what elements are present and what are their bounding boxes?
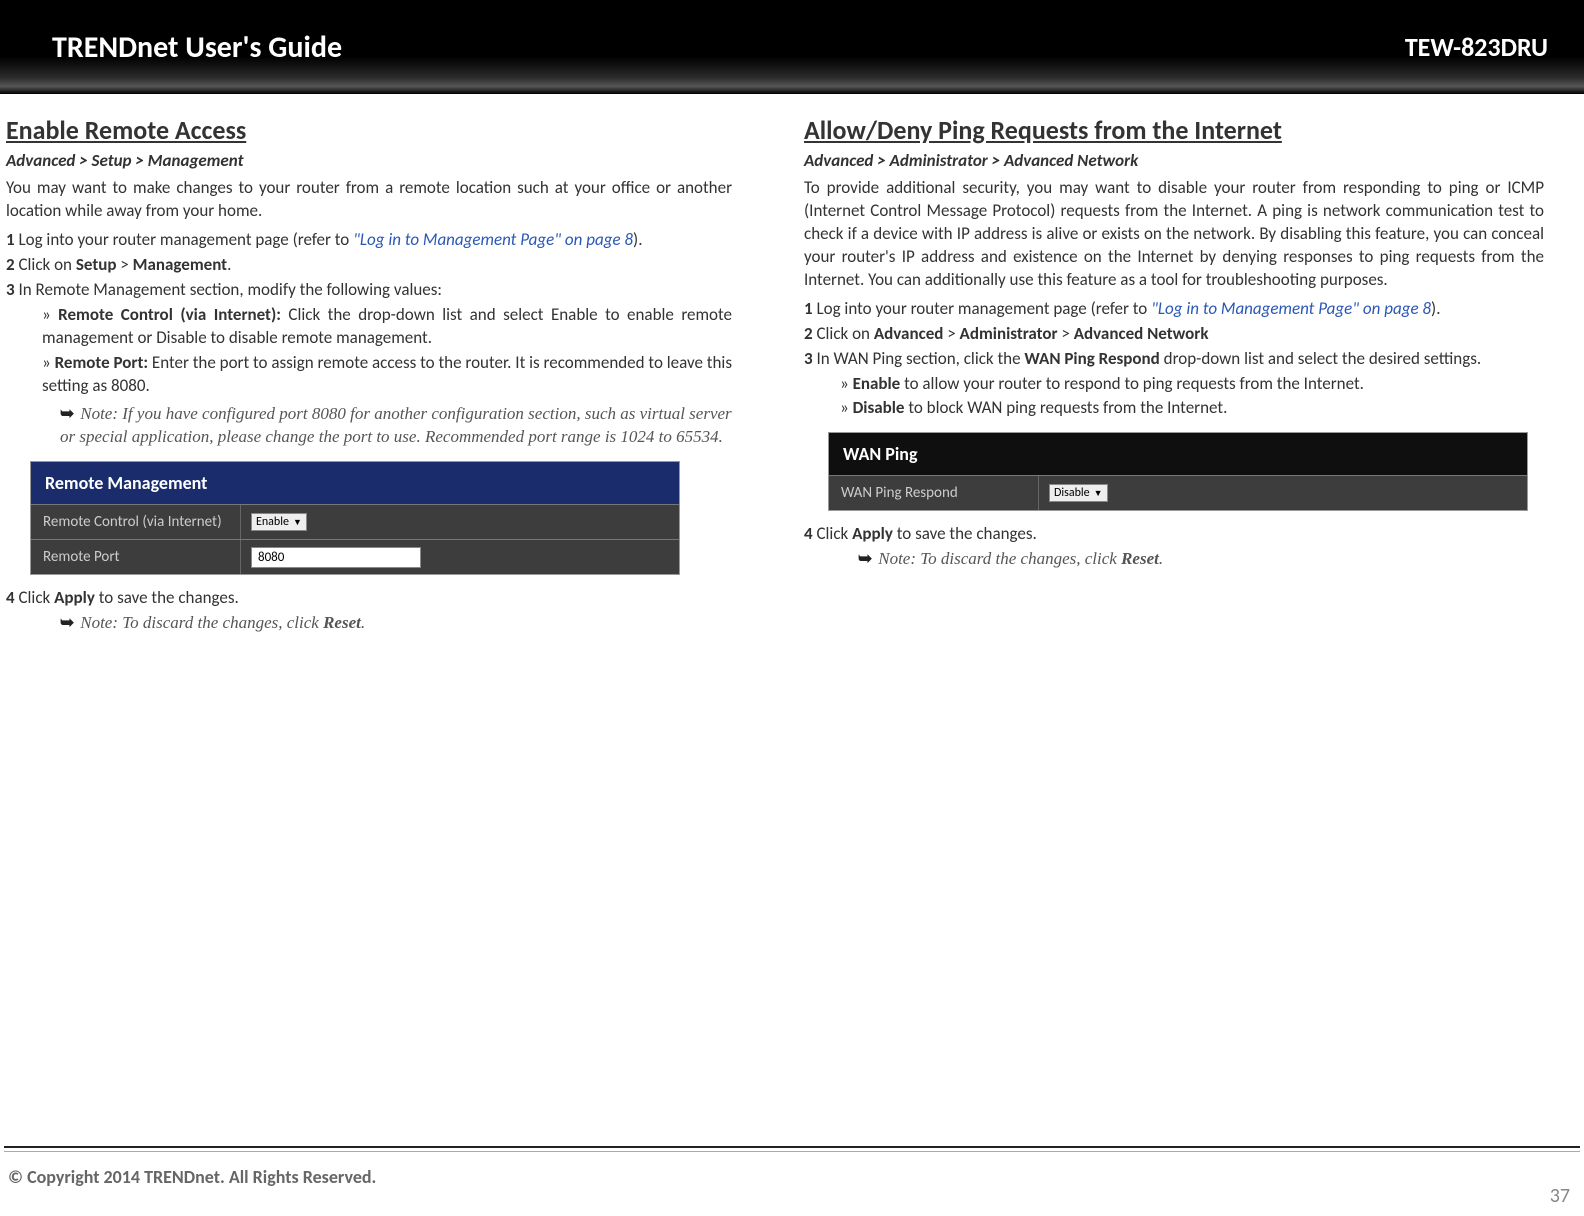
note2-post: . — [1159, 549, 1163, 568]
step2-pre: Click on — [816, 323, 873, 344]
step2-b2: Administrator — [960, 323, 1058, 344]
list-item: Remote Port: Enter the port to assign re… — [42, 352, 732, 398]
bullet1-rest: to allow your router to respond to ping … — [900, 373, 1364, 394]
note2-pre: Note: To discard the changes, click — [80, 613, 323, 632]
bullet2-b: Disable — [853, 397, 905, 418]
note-port: ➥Note: If you have configured port 8080 … — [60, 403, 732, 449]
step-4-remote: 4 Click Apply to save the changes. — [6, 587, 732, 610]
step-2-ping: 2 Click on Advanced > Administrator > Ad… — [804, 323, 1544, 346]
step1-post: ). — [633, 229, 642, 250]
step-3-ping: 3 In WAN Ping section, click the WAN Pin… — [804, 348, 1544, 371]
bullet1-b: Remote Control (via Internet): — [58, 304, 281, 325]
bullet-list-ping: Enable to allow your router to respond t… — [840, 373, 1544, 421]
step2-b1: Advanced — [874, 323, 944, 344]
note-icon: ➥ — [60, 403, 74, 424]
page-body: Enable Remote Access Advanced > Setup > … — [0, 94, 1584, 641]
list-item: Disable to block WAN ping requests from … — [840, 397, 1544, 420]
remote-port-input[interactable]: 8080 — [251, 547, 421, 568]
list-item: Enable to allow your router to respond t… — [840, 373, 1544, 396]
footer-rule-thin — [4, 1151, 1580, 1152]
intro-ping: To provide additional security, you may … — [804, 177, 1544, 292]
section-title-remote-access: Enable Remote Access — [6, 114, 732, 146]
intro-remote: You may want to make changes to your rou… — [6, 177, 732, 223]
chevron-down-icon: ▼ — [293, 517, 302, 528]
note-icon: ➥ — [858, 548, 872, 569]
remote-management-table: Remote Management Remote Control (via In… — [30, 461, 680, 575]
select-value: Enable — [256, 515, 289, 529]
table-row: Remote Control (via Internet) Enable ▼ — [31, 504, 679, 539]
wan-ping-table: WAN Ping WAN Ping Respond Disable ▼ — [828, 432, 1528, 511]
footer-copyright: © Copyright 2014 TRENDnet. All Rights Re… — [8, 1166, 376, 1188]
step2-m2: > — [1058, 323, 1074, 344]
step4-post: to save the changes. — [893, 523, 1037, 544]
row-label-remote-control: Remote Control (via Internet) — [31, 505, 241, 539]
select-value: Disable — [1054, 486, 1090, 500]
note-reset-right: ➥ Note: To discard the changes, click Res… — [858, 548, 1544, 571]
page-number: 37 — [1550, 1184, 1570, 1208]
step1-text: Log into your router management page (re… — [816, 298, 1151, 319]
table-title: WAN Ping — [829, 433, 1527, 475]
table-row: WAN Ping Respond Disable ▼ — [829, 475, 1527, 510]
step2-mid: > — [116, 254, 132, 275]
note2-post: . — [361, 613, 365, 632]
table-row: Remote Port 8080 — [31, 539, 679, 574]
note2-pre: Note: To discard the changes, click — [878, 549, 1121, 568]
step-3-remote: 3 In Remote Management section, modify t… — [6, 279, 732, 302]
note1-text: Note: If you have configured port 8080 f… — [60, 404, 732, 446]
wan-ping-select[interactable]: Disable ▼ — [1049, 484, 1108, 502]
step4-pre: Click — [816, 523, 852, 544]
step4-pre: Click — [18, 587, 54, 608]
footer-rule — [4, 1146, 1580, 1148]
step2-b2: Management — [133, 254, 227, 275]
note2-b: Reset — [1121, 549, 1159, 568]
step-2-remote: 2 Click on Setup > Management. — [6, 254, 732, 277]
step2-b3: Advanced Network — [1074, 323, 1209, 344]
remote-control-select[interactable]: Enable ▼ — [251, 513, 307, 531]
step-1-remote: 1 Log into your router management page (… — [6, 229, 732, 252]
step3-pre: In WAN Ping section, click the — [816, 348, 1024, 369]
step4-b: Apply — [54, 587, 95, 608]
step4-post: to save the changes. — [95, 587, 239, 608]
bullet2-b: Remote Port: — [55, 352, 148, 373]
step2-m1: > — [943, 323, 959, 344]
right-column: Allow/Deny Ping Requests from the Intern… — [792, 114, 1584, 641]
step3-b: WAN Ping Respond — [1024, 348, 1159, 369]
bullet-list-remote: Remote Control (via Internet): Click the… — [42, 304, 732, 398]
step3-post: drop-down list and select the desired se… — [1160, 348, 1481, 369]
breadcrumb-ping: Advanced > Administrator > Advanced Netw… — [804, 150, 1544, 171]
login-link-ref[interactable]: "Log in to Management Page" on page 8 — [1151, 298, 1431, 319]
step2-b1: Setup — [76, 254, 117, 275]
chevron-down-icon: ▼ — [1094, 488, 1103, 499]
step3-text: In Remote Management section, modify the… — [18, 279, 441, 300]
step2-end: . — [227, 254, 231, 275]
breadcrumb-remote: Advanced > Setup > Management — [6, 150, 732, 171]
note2-b: Reset — [323, 613, 361, 632]
header-model: TEW-823DRU — [1405, 31, 1548, 63]
bullet1-b: Enable — [853, 373, 901, 394]
header-title: TRENDnet User's Guide — [52, 29, 342, 66]
step-4-ping: 4 Click Apply to save the changes. — [804, 523, 1544, 546]
step2-pre: Click on — [18, 254, 75, 275]
login-link-ref[interactable]: "Log in to Management Page" on page 8 — [353, 229, 633, 250]
table-title: Remote Management — [31, 462, 679, 504]
step4-b: Apply — [852, 523, 893, 544]
note-icon: ➥ — [60, 612, 74, 633]
row-label-wan-ping: WAN Ping Respond — [829, 476, 1039, 510]
step1-text: Log into your router management page (re… — [18, 229, 353, 250]
note-reset-left: ➥ Note: To discard the changes, click Res… — [60, 612, 732, 635]
row-label-remote-port: Remote Port — [31, 540, 241, 574]
step1-post: ). — [1431, 298, 1440, 319]
list-item: Remote Control (via Internet): Click the… — [42, 304, 732, 350]
section-title-ping: Allow/Deny Ping Requests from the Intern… — [804, 114, 1544, 146]
left-column: Enable Remote Access Advanced > Setup > … — [0, 114, 792, 641]
bullet2-rest: to block WAN ping requests from the Inte… — [904, 397, 1227, 418]
step-1-ping: 1 Log into your router management page (… — [804, 298, 1544, 321]
page-header: TRENDnet User's Guide TEW-823DRU — [0, 0, 1584, 94]
